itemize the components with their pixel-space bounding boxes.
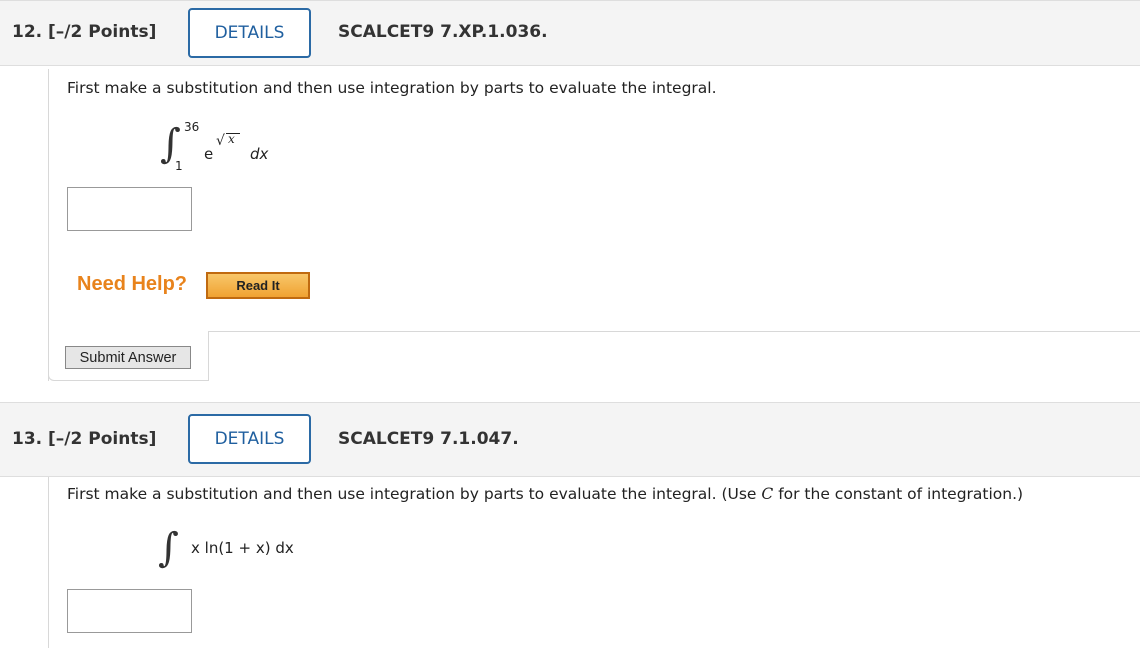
question-12-code: SCALCET9 7.XP.1.036. — [338, 22, 548, 42]
submit-right-edge — [208, 331, 209, 381]
question-13-left-rule — [48, 477, 49, 648]
prompt-text-end: for the constant of integration.) — [773, 485, 1024, 503]
need-help-label: Need Help? — [77, 273, 188, 295]
exponent-root: √ — [216, 133, 225, 149]
read-it-button[interactable]: Read It — [206, 272, 310, 299]
integral-sign: ∫ — [160, 121, 181, 167]
question-12-prompt: First make a substitution and then use i… — [67, 79, 717, 97]
integral-upper-limit: 36 — [184, 120, 200, 134]
question-13-header: 13. [–/2 Points] DETAILS SCALCET9 7.1.04… — [0, 402, 1140, 477]
integral-differential: dx — [250, 145, 269, 163]
question-13-answer-input[interactable] — [67, 589, 192, 633]
question-13-details-button[interactable]: DETAILS — [188, 414, 311, 464]
integral-sign: ∫ — [158, 525, 179, 571]
exponent-variable: x — [228, 132, 235, 146]
integral-expression: x ln(1 + x) dx — [191, 539, 294, 557]
question-12-number: 12. [–/2 Points] — [12, 22, 157, 42]
question-12-header: 12. [–/2 Points] DETAILS SCALCET9 7.XP.1… — [0, 0, 1140, 66]
question-13-prompt: First make a substitution and then use i… — [67, 485, 1023, 503]
constant-variable: C — [761, 485, 774, 503]
prompt-text-start: First make a substitution and then use i… — [67, 485, 762, 503]
integral-lower-limit: 1 — [175, 159, 183, 173]
integrand-base: e — [204, 145, 214, 163]
question-12-details-button[interactable]: DETAILS — [188, 8, 311, 58]
submit-answer-button[interactable]: Submit Answer — [65, 346, 191, 369]
submit-divider — [208, 331, 1140, 332]
question-12-answer-input[interactable] — [67, 187, 192, 231]
question-13-number: 13. [–/2 Points] — [12, 429, 157, 449]
question-13-code: SCALCET9 7.1.047. — [338, 429, 519, 449]
